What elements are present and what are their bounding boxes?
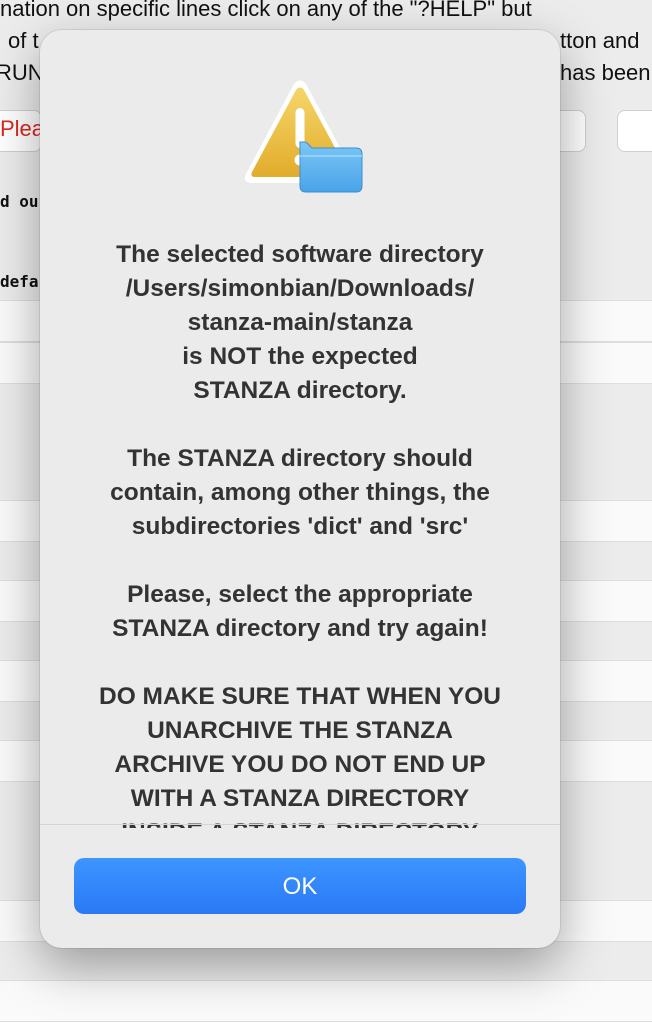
background-help-text-line-3-right: has been <box>560 60 651 85</box>
alert-dialog: The selected software directory /Users/s… <box>40 30 560 948</box>
background-help-text-line-2: of t <box>8 28 39 53</box>
background-mono-label-2: defa <box>0 272 39 291</box>
background-help-text-line-3: RUN <box>0 60 44 85</box>
background-help-text-line-1: nation on specific lines click on any of… <box>0 0 532 21</box>
background-mono-label-1: d ou <box>0 192 39 211</box>
warning-folder-icon <box>244 80 363 193</box>
background-row <box>0 980 652 1022</box>
background-help-text-line-2-right: tton and <box>560 28 640 53</box>
ok-button[interactable]: OK <box>74 858 526 914</box>
message-paragraph: Please, select the appropriate STANZA di… <box>112 581 488 642</box>
message-paragraph: The selected software directory /Users/s… <box>116 241 484 404</box>
background-button-right[interactable] <box>617 110 652 152</box>
alert-message: The selected software directory /Users/s… <box>60 238 540 828</box>
message-paragraph: DO MAKE SURE THAT WHEN YOU UNARCHIVE THE… <box>99 683 501 828</box>
scroll-divider <box>40 824 560 825</box>
message-paragraph: The STANZA directory should contain, amo… <box>110 445 490 540</box>
